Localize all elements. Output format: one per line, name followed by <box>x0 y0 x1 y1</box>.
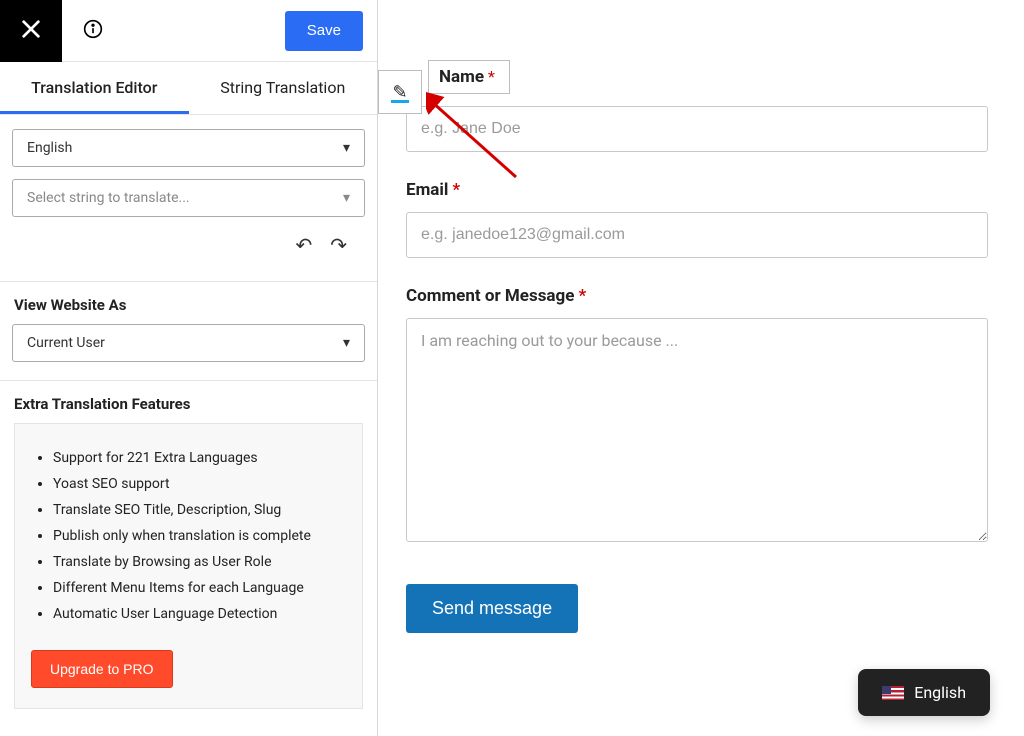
upgrade-button[interactable]: Upgrade to PRO <box>31 650 173 688</box>
translation-sidebar: Save Translation Editor String Translati… <box>0 0 378 736</box>
language-controls: English ▾ Select string to translate... … <box>0 115 377 281</box>
prev-string-button[interactable]: ↶ <box>295 233 312 257</box>
features-box: Support for 221 Extra Languages Yoast SE… <box>14 423 363 709</box>
tab-string-translation[interactable]: String Translation <box>189 62 378 114</box>
email-label-row: Email* <box>406 180 988 200</box>
string-select-placeholder: Select string to translate... <box>27 190 190 206</box>
chevron-down-icon: ▾ <box>343 190 350 206</box>
info-button[interactable] <box>62 0 124 62</box>
required-mark: * <box>452 180 460 200</box>
language-switcher-label: English <box>914 683 966 702</box>
language-select[interactable]: English ▾ <box>12 129 365 167</box>
name-label: Name <box>439 67 484 87</box>
view-as-value: Current User <box>27 335 105 351</box>
message-label-row: Comment or Message* <box>406 286 988 306</box>
feature-item: Different Menu Items for each Language <box>53 580 346 596</box>
email-input[interactable] <box>406 212 988 258</box>
next-string-button[interactable]: ↷ <box>330 233 347 257</box>
message-label: Comment or Message <box>406 286 574 306</box>
chevron-down-icon: ▾ <box>343 335 350 351</box>
feature-item: Publish only when translation is complet… <box>53 528 346 544</box>
features-list: Support for 221 Extra Languages Yoast SE… <box>31 450 346 622</box>
info-icon <box>83 19 103 43</box>
feature-item: Support for 221 Extra Languages <box>53 450 346 466</box>
tab-translation-editor[interactable]: Translation Editor <box>0 62 189 114</box>
page-preview: ✎ Name* Email* Comment or Message* Send … <box>378 0 1024 736</box>
save-button[interactable]: Save <box>285 11 363 51</box>
send-button[interactable]: Send message <box>406 584 578 633</box>
close-icon <box>20 18 42 44</box>
required-mark: * <box>488 67 495 86</box>
pencil-underline <box>391 100 409 103</box>
language-switcher[interactable]: English <box>858 669 990 716</box>
language-select-value: English <box>27 140 72 156</box>
us-flag-icon <box>882 686 904 700</box>
editor-tabs: Translation Editor String Translation <box>0 62 377 115</box>
required-mark: * <box>578 286 586 306</box>
name-label-box[interactable]: Name* <box>428 60 510 94</box>
name-input[interactable] <box>406 106 988 152</box>
chevron-down-icon: ▾ <box>343 140 350 156</box>
feature-item: Yoast SEO support <box>53 476 346 492</box>
string-select[interactable]: Select string to translate... ▾ <box>12 179 365 217</box>
feature-item: Translate SEO Title, Description, Slug <box>53 502 346 518</box>
feature-item: Translate by Browsing as User Role <box>53 554 346 570</box>
close-button[interactable] <box>0 0 62 62</box>
features-heading: Extra Translation Features <box>0 381 377 423</box>
view-as-select[interactable]: Current User ▾ <box>12 324 365 362</box>
string-nav: ↶ ↷ <box>12 229 365 269</box>
topbar: Save <box>0 0 377 62</box>
message-textarea[interactable] <box>406 318 988 542</box>
feature-item: Automatic User Language Detection <box>53 606 346 622</box>
email-label: Email <box>406 180 448 200</box>
view-as-heading: View Website As <box>0 282 377 324</box>
edit-string-handle[interactable]: ✎ <box>378 70 422 114</box>
